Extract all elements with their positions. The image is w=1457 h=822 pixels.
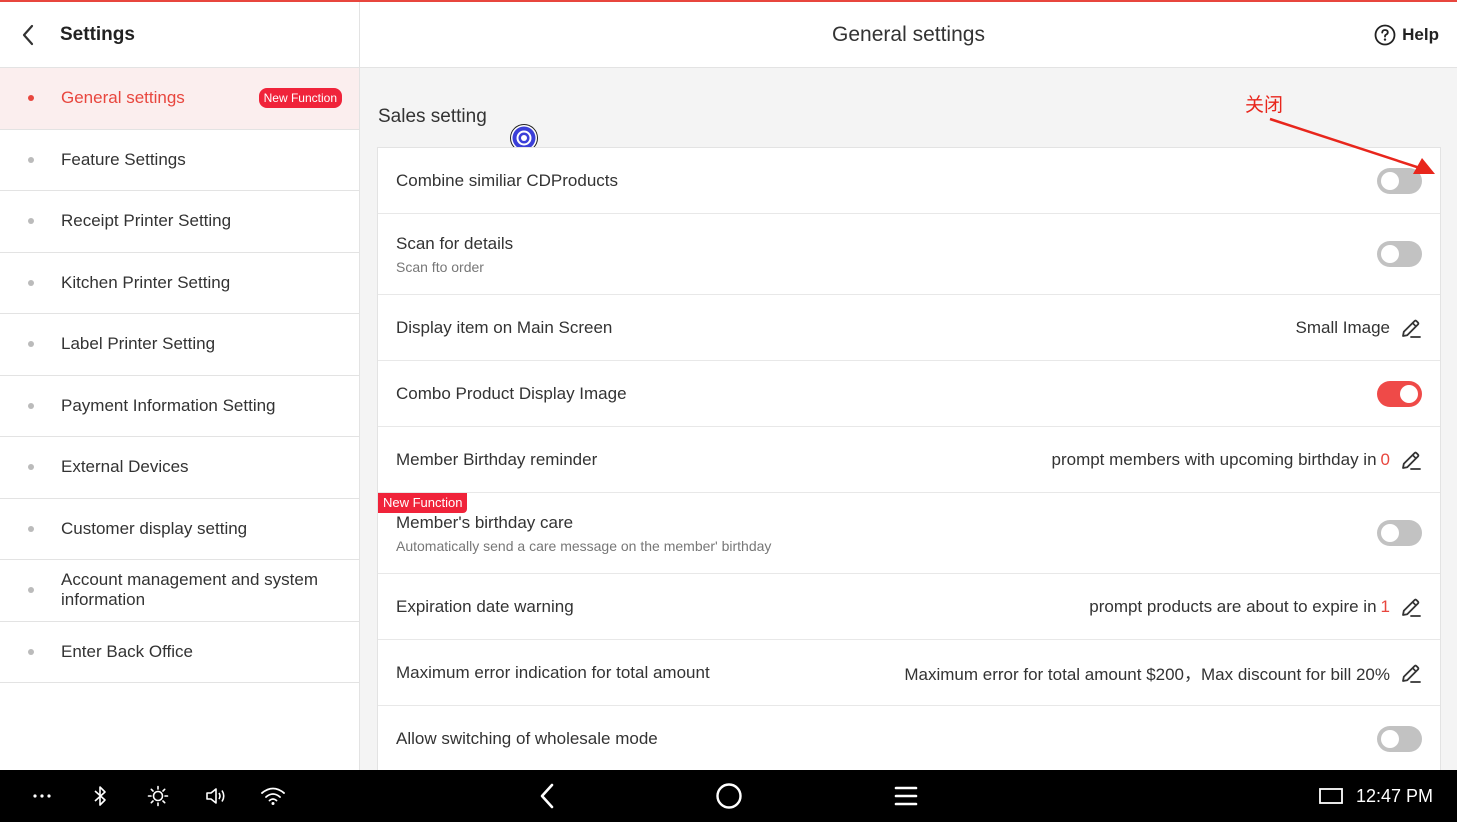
setting-value: Maximum error for total amount $200，Max …: [904, 665, 1390, 684]
nav-menu-icon[interactable]: [890, 770, 922, 822]
back-button[interactable]: [0, 2, 56, 68]
bullet-icon: [28, 587, 34, 594]
setting-label: Scan for details: [396, 233, 514, 253]
setting-label: Member Birthday reminder: [396, 449, 598, 469]
chevron-left-icon: [22, 24, 34, 45]
setting-row-birthday-care: New Function Member's birthday care Auto…: [378, 493, 1440, 574]
settings-sidebar: Settings General settings New Function F…: [0, 2, 360, 770]
sidebar-item-label: Customer display setting: [61, 518, 248, 538]
sidebar-item-external-devices[interactable]: External Devices: [0, 437, 359, 499]
bullet-icon: [28, 648, 34, 655]
wholesale-mode-toggle[interactable]: [1377, 725, 1422, 752]
edit-pencil-icon[interactable]: [1400, 449, 1422, 471]
sidebar-item-label: General settings: [61, 88, 185, 108]
edit-pencil-icon[interactable]: [1400, 317, 1422, 339]
sidebar-item-label: Kitchen Printer Setting: [61, 272, 231, 292]
bullet-icon: [28, 341, 34, 348]
question-circle-icon: [1374, 24, 1396, 45]
sidebar-item-label: External Devices: [61, 457, 189, 477]
setting-row-wholesale-mode: Allow switching of wholesale mode: [378, 706, 1440, 772]
sales-settings-list: Combine similiar CDProducts Scan for det…: [377, 147, 1441, 773]
setting-value: prompt products are about to expire in 1: [1089, 597, 1390, 617]
bullet-icon: [28, 464, 34, 471]
sidebar-item-general-settings[interactable]: General settings New Function: [0, 68, 359, 130]
setting-label: Member's birthday care: [396, 512, 574, 532]
nav-home-icon[interactable]: [712, 770, 746, 822]
bluetooth-icon[interactable]: [88, 770, 112, 822]
bullet-icon: [28, 156, 34, 163]
content-header: General settings Help: [360, 2, 1457, 68]
sidebar-item-label: Feature Settings: [61, 149, 186, 169]
sidebar-item-label: Enter Back Office: [61, 641, 193, 661]
setting-value-text: prompt members with upcoming birthday in: [1051, 449, 1377, 469]
settings-content: General settings Help Sales setting Comb…: [360, 2, 1457, 773]
nav-back-icon[interactable]: [532, 770, 562, 822]
bullet-icon: [28, 525, 34, 532]
setting-value: prompt members with upcoming birthday in…: [1052, 450, 1391, 470]
sidebar-item-back-office[interactable]: Enter Back Office: [0, 622, 359, 683]
setting-sublabel: Automatically send a care message on the…: [396, 537, 772, 554]
sidebar-item-account-management[interactable]: Account management and system informatio…: [0, 560, 359, 622]
sidebar-item-payment-information[interactable]: Payment Information Setting: [0, 376, 359, 437]
screen-window-icon[interactable]: [1316, 770, 1346, 822]
birthday-care-toggle[interactable]: [1377, 520, 1422, 546]
setting-label: Maximum error indication for total amoun…: [396, 662, 710, 682]
edit-pencil-icon[interactable]: [1400, 596, 1422, 618]
setting-row-max-error[interactable]: Maximum error indication for total amoun…: [378, 640, 1440, 706]
sidebar-item-feature-settings[interactable]: Feature Settings: [0, 130, 359, 191]
page-title: General settings: [832, 22, 985, 46]
setting-label: Expiration date warning: [396, 596, 574, 616]
sidebar-item-label-printer[interactable]: Label Printer Setting: [0, 314, 359, 376]
setting-sublabel: Scan fto order: [396, 258, 484, 275]
bullet-icon: [28, 279, 34, 286]
sidebar-item-kitchen-printer[interactable]: Kitchen Printer Setting: [0, 253, 359, 314]
edit-pencil-icon[interactable]: [1400, 662, 1422, 684]
section-title: Sales setting: [378, 106, 487, 127]
system-navigation-bar: 12:47 PM: [0, 770, 1457, 822]
sidebar-item-label: Label Printer Setting: [61, 334, 216, 354]
setting-label: Combine similiar CDProducts: [396, 170, 619, 190]
sidebar-title: Settings: [60, 23, 135, 45]
brightness-icon[interactable]: [144, 770, 172, 822]
setting-label: Allow switching of wholesale mode: [396, 728, 658, 748]
help-label: Help: [1402, 24, 1439, 44]
wifi-icon[interactable]: [258, 770, 288, 822]
more-dots-icon[interactable]: [28, 770, 56, 822]
setting-row-display-item[interactable]: Display item on Main Screen Small Image: [378, 295, 1440, 361]
setting-row-combo-image: Combo Product Display Image: [378, 361, 1440, 427]
volume-icon[interactable]: [202, 770, 230, 822]
annotation-arrow-icon: [1269, 117, 1435, 174]
new-function-badge: New Function: [258, 88, 342, 109]
setting-row-scan-details: Scan for details Scan fto order: [378, 214, 1440, 295]
bullet-icon: [28, 95, 34, 102]
sidebar-item-label: Account management and system informatio…: [61, 570, 319, 610]
setting-label: Combo Product Display Image: [396, 383, 627, 403]
setting-value-number: 1: [1380, 596, 1390, 616]
sidebar-item-label: Payment Information Setting: [61, 395, 276, 415]
sidebar-item-customer-display[interactable]: Customer display setting: [0, 499, 359, 560]
setting-value: Small Image: [1295, 317, 1390, 337]
setting-value-text: prompt products are about to expire in: [1089, 596, 1377, 616]
scan-details-toggle[interactable]: [1377, 241, 1422, 267]
sidebar-header: Settings: [0, 2, 359, 68]
clock-time: 12:47 PM: [1355, 785, 1433, 806]
sidebar-item-receipt-printer[interactable]: Receipt Printer Setting: [0, 191, 359, 253]
new-function-badge: New Function: [378, 493, 468, 513]
bullet-icon: [28, 402, 34, 409]
setting-value-number: 0: [1380, 449, 1390, 469]
bullet-icon: [28, 218, 34, 225]
setting-row-birthday-reminder[interactable]: Member Birthday reminder prompt members …: [378, 427, 1440, 493]
combo-image-toggle[interactable]: [1377, 380, 1422, 407]
help-button[interactable]: Help: [1374, 24, 1439, 46]
sidebar-item-label: Receipt Printer Setting: [61, 211, 232, 231]
setting-row-expiration-warning[interactable]: Expiration date warning prompt products …: [378, 574, 1440, 640]
setting-label: Display item on Main Screen: [396, 317, 613, 337]
